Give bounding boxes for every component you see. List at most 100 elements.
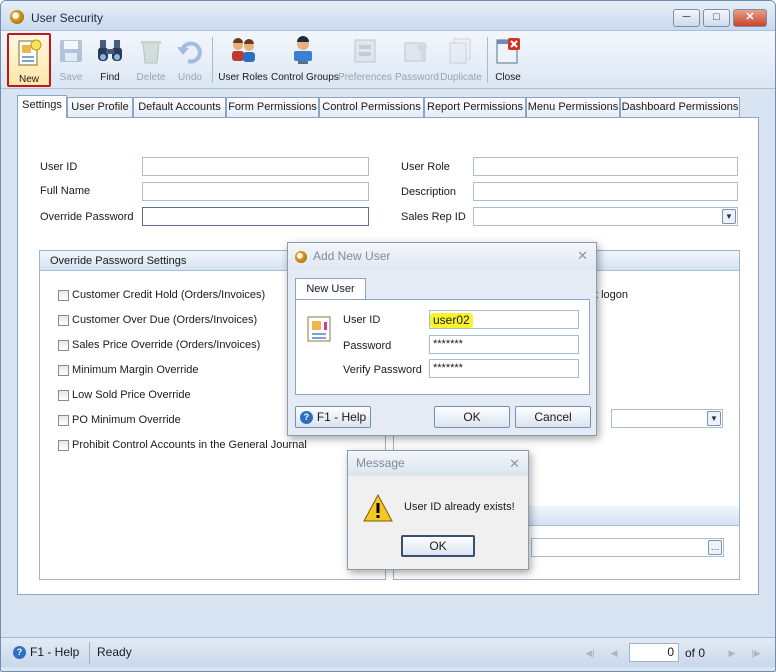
message-dialog: Message ✕ User ID already exists! OK bbox=[347, 450, 529, 570]
message-dialog-title: Message bbox=[356, 456, 405, 470]
preferences-label: Preferences bbox=[338, 72, 392, 83]
user-role-label: User Role bbox=[401, 161, 450, 173]
binoculars-icon bbox=[98, 40, 122, 61]
user-card-icon bbox=[307, 316, 331, 342]
close-icon[interactable]: ✕ bbox=[577, 243, 588, 269]
tab-user-profile[interactable]: User Profile bbox=[67, 97, 133, 117]
close-window-button[interactable]: ✕ bbox=[733, 9, 767, 27]
chevron-down-icon[interactable]: ▼ bbox=[707, 411, 721, 426]
duplicate-icon bbox=[449, 38, 471, 64]
toolbar-separator bbox=[487, 37, 488, 83]
toolbar-separator bbox=[212, 37, 213, 83]
previous-page-icon[interactable]: ◀ bbox=[607, 646, 621, 660]
help-button[interactable]: ? F1 - Help bbox=[295, 406, 371, 428]
close-button[interactable]: Close bbox=[491, 33, 525, 87]
password-label: Password bbox=[395, 72, 439, 83]
right-group-lookup-field[interactable]: … bbox=[531, 538, 724, 557]
next-page-icon[interactable]: ▶ bbox=[725, 646, 739, 660]
new-user-id-field[interactable]: user02 bbox=[429, 310, 579, 329]
ellipsis-icon[interactable]: … bbox=[708, 540, 722, 555]
description-field[interactable] bbox=[473, 182, 738, 201]
minimize-icon: ─ bbox=[682, 11, 691, 23]
minimize-button[interactable]: ─ bbox=[673, 9, 700, 27]
undo-button[interactable]: Undo bbox=[173, 33, 207, 87]
new-button[interactable]: New bbox=[7, 33, 51, 87]
title-bar: User Security ─ □ ✕ bbox=[1, 1, 775, 31]
user-id-field[interactable] bbox=[142, 157, 369, 176]
preferences-button[interactable]: Preferences bbox=[337, 33, 393, 87]
window-title: User Security bbox=[31, 11, 104, 25]
users-icon bbox=[232, 38, 255, 62]
user-roles-button[interactable]: User Roles bbox=[217, 33, 269, 87]
cancel-button[interactable]: Cancel bbox=[515, 406, 591, 428]
new-record-icon bbox=[18, 39, 42, 66]
control-groups-label: Control Groups bbox=[271, 72, 339, 83]
page-count: of 0 bbox=[685, 646, 706, 660]
message-dialog-titlebar: Message ✕ bbox=[348, 451, 528, 476]
checkbox-icon bbox=[58, 390, 69, 401]
delete-label: Delete bbox=[136, 72, 166, 83]
tab-control-permissions[interactable]: Control Permissions bbox=[319, 97, 424, 117]
maximize-button[interactable]: □ bbox=[703, 9, 730, 27]
checkbox-label: Minimum Margin Override bbox=[72, 364, 199, 376]
delete-button[interactable]: Delete bbox=[131, 33, 171, 87]
user-id-label: User ID bbox=[40, 161, 78, 173]
user-computer-icon bbox=[294, 36, 312, 64]
duplicate-button[interactable]: Duplicate bbox=[439, 33, 483, 87]
override-password-field[interactable] bbox=[142, 207, 369, 226]
message-text: User ID already exists! bbox=[404, 501, 515, 513]
checkbox-po-minimum-override[interactable]: PO Minimum Override bbox=[58, 414, 181, 428]
tab-form-permissions[interactable]: Form Permissions bbox=[226, 97, 319, 117]
verify-password-label: Verify Password bbox=[343, 364, 422, 376]
find-button[interactable]: Find bbox=[91, 33, 129, 87]
checkbox-label: Low Sold Price Override bbox=[72, 389, 191, 401]
recycle-bin-icon bbox=[141, 41, 161, 64]
user-role-field[interactable] bbox=[473, 157, 738, 176]
tab-menu-permissions[interactable]: Menu Permissions bbox=[526, 97, 620, 117]
checkbox-icon bbox=[58, 315, 69, 326]
status-text: Ready bbox=[97, 645, 132, 659]
verify-password-field[interactable]: ******* bbox=[429, 359, 579, 378]
checkbox-icon bbox=[58, 365, 69, 376]
find-label: Find bbox=[100, 72, 120, 83]
message-ok-button[interactable]: OK bbox=[401, 535, 475, 557]
user-security-window: User Security ─ □ ✕ New Save Find Delete… bbox=[0, 0, 776, 672]
toolbar: New Save Find Delete Undo User Roles Con… bbox=[1, 31, 775, 89]
tab-report-permissions[interactable]: Report Permissions bbox=[424, 97, 526, 117]
sales-rep-id-select[interactable]: ▼ bbox=[473, 207, 738, 226]
close-icon: ✕ bbox=[745, 11, 755, 23]
override-password-label: Override Password bbox=[40, 211, 134, 223]
close-icon[interactable]: ✕ bbox=[509, 451, 520, 476]
tab-new-user[interactable]: New User bbox=[295, 278, 366, 300]
checkbox-prohibit-control-accounts[interactable]: Prohibit Control Accounts in the General… bbox=[58, 439, 307, 453]
full-name-field[interactable] bbox=[142, 182, 369, 201]
checkbox-minimum-margin-override[interactable]: Minimum Margin Override bbox=[58, 364, 199, 378]
tab-settings[interactable]: Settings bbox=[17, 95, 67, 118]
save-button[interactable]: Save bbox=[53, 33, 89, 87]
checkbox-sales-price-override[interactable]: Sales Price Override (Orders/Invoices) bbox=[58, 339, 260, 353]
last-page-icon[interactable]: |▶ bbox=[749, 646, 763, 660]
help-icon: ? bbox=[299, 411, 313, 425]
ok-button[interactable]: OK bbox=[434, 406, 510, 428]
help-link[interactable]: ? F1 - Help bbox=[13, 645, 80, 660]
right-group-select[interactable]: ▼ bbox=[611, 409, 723, 428]
checkbox-low-sold-price-override[interactable]: Low Sold Price Override bbox=[58, 389, 191, 403]
add-user-dialog-titlebar: Add New User ✕ bbox=[288, 243, 596, 269]
help-button-label: F1 - Help bbox=[316, 410, 367, 424]
new-password-field[interactable]: ******* bbox=[429, 335, 579, 354]
first-page-icon[interactable]: ◀| bbox=[583, 646, 597, 660]
checkbox-customer-over-due[interactable]: Customer Over Due (Orders/Invoices) bbox=[58, 314, 257, 328]
control-groups-button[interactable]: Control Groups bbox=[271, 33, 339, 87]
tab-default-accounts[interactable]: Default Accounts bbox=[133, 97, 226, 117]
chevron-down-icon[interactable]: ▼ bbox=[722, 209, 736, 224]
checkbox-icon bbox=[58, 440, 69, 451]
duplicate-label: Duplicate bbox=[440, 72, 482, 83]
help-label: F1 - Help bbox=[30, 645, 80, 659]
checkbox-customer-credit-hold[interactable]: Customer Credit Hold (Orders/Invoices) bbox=[58, 289, 265, 303]
full-name-label: Full Name bbox=[40, 185, 91, 197]
password-button[interactable]: Password bbox=[395, 33, 439, 87]
page-number-field[interactable]: 0 bbox=[629, 643, 679, 662]
tab-dashboard-permissions[interactable]: Dashboard Permissions bbox=[620, 97, 740, 117]
checkbox-icon bbox=[58, 415, 69, 426]
status-bar: ? F1 - Help Ready ◀| ◀ 0 of 0 ▶ |▶ bbox=[1, 637, 775, 667]
